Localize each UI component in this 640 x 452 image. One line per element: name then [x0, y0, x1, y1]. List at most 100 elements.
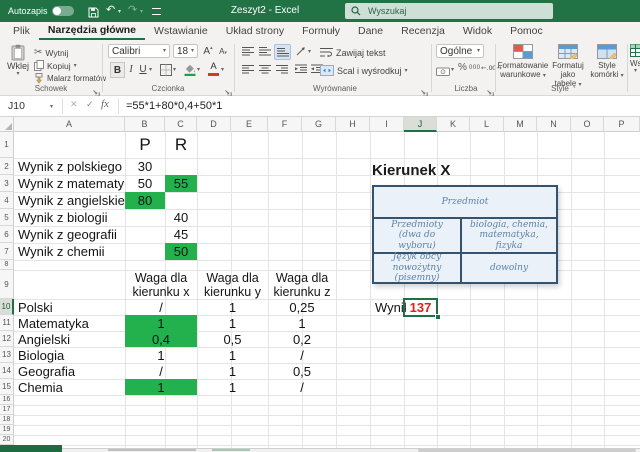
column-header-D[interactable]: D [197, 117, 231, 132]
align-middle-icon[interactable] [257, 44, 272, 58]
number-format-select[interactable]: Ogólne ▾ [436, 44, 484, 58]
cell-A3[interactable]: Wynik z matematyki [16, 175, 125, 192]
cell-A10[interactable]: Polski [16, 299, 125, 315]
cell-D11[interactable]: 1 [197, 315, 268, 331]
selection-fill-handle[interactable] [435, 314, 441, 320]
column-header-L[interactable]: L [470, 117, 504, 132]
column-header-P[interactable]: P [604, 117, 640, 132]
cell-F12[interactable]: 0,2 [268, 331, 336, 347]
merge-center-button[interactable]: Scal i wyśrodkuj ▾ [320, 65, 408, 76]
cell-C6[interactable]: 45 [165, 226, 197, 243]
bold-button[interactable]: B [110, 62, 125, 78]
column-header-J[interactable]: J [404, 117, 437, 132]
row-header-3[interactable]: 3 [0, 175, 14, 192]
cell-I10-wynik-label[interactable]: Wynik [373, 299, 406, 315]
tab-pomoc[interactable]: Pomoc [501, 22, 552, 40]
row-header-10[interactable]: 10 [0, 299, 14, 315]
column-header-C[interactable]: C [165, 117, 197, 132]
redo-caret-icon[interactable]: ▾ [140, 9, 143, 15]
row-header-5[interactable]: 5 [0, 209, 14, 226]
cut-button[interactable]: ✂ Wytnij [34, 47, 68, 58]
cell-F15[interactable]: / [268, 379, 336, 395]
cell-A4[interactable]: Wynik z angielskiego [16, 192, 125, 209]
name-box[interactable]: J10 [8, 96, 25, 116]
cell-D15[interactable]: 1 [197, 379, 268, 395]
undo-icon[interactable]: ↶ [106, 3, 115, 16]
currency-caret-icon[interactable]: ▾ [451, 67, 454, 73]
column-header-O[interactable]: O [571, 117, 604, 132]
column-header-I[interactable]: I [370, 117, 404, 132]
row-header-17[interactable]: 17 [0, 405, 14, 415]
cell-A7[interactable]: Wynik z chemii [16, 243, 125, 260]
row-header-14[interactable]: 14 [0, 363, 14, 379]
column-header-A[interactable]: A [14, 117, 125, 132]
tab-dane[interactable]: Dane [349, 22, 392, 40]
name-box-caret-icon[interactable]: ▾ [50, 104, 53, 110]
cell-A2[interactable]: Wynik z polskiego [16, 158, 125, 175]
column-header-N[interactable]: N [537, 117, 571, 132]
cell-D13[interactable]: 1 [197, 347, 268, 363]
cell-B12[interactable]: 0,4 [125, 331, 197, 347]
decrease-font-size-button[interactable]: A▾ [216, 44, 230, 58]
cell-B15[interactable]: 1 [125, 379, 197, 395]
select-all-corner[interactable] [0, 117, 14, 132]
row-header-11[interactable]: 11 [0, 315, 14, 331]
cell-B4[interactable]: 80 [125, 192, 165, 209]
save-icon[interactable] [88, 5, 99, 23]
cell-A6[interactable]: Wynik z geografii [16, 226, 125, 243]
align-left-icon[interactable] [240, 62, 255, 76]
row-header-6[interactable]: 6 [0, 226, 14, 243]
orientation-caret-icon[interactable]: ▾ [308, 49, 311, 55]
row-header-19[interactable]: 19 [0, 425, 14, 435]
decrease-indent-icon[interactable] [294, 62, 308, 76]
italic-button[interactable]: I [125, 62, 137, 76]
column-header-F[interactable]: F [268, 117, 302, 132]
cell-B10[interactable]: / [125, 299, 197, 315]
row-header-18[interactable]: 18 [0, 415, 14, 425]
paste-button[interactable]: Wklej ▾ [4, 44, 32, 84]
underline-caret-icon[interactable]: ▾ [149, 67, 152, 73]
cell-B14[interactable]: / [125, 363, 197, 379]
cell-F14[interactable]: 0,5 [268, 363, 336, 379]
row-header-1[interactable]: 1 [0, 132, 14, 158]
cell-A5[interactable]: Wynik z biologii [16, 209, 125, 226]
search-input-field[interactable] [366, 5, 547, 17]
borders-caret-icon[interactable]: ▾ [173, 67, 176, 73]
tab-wstawianie[interactable]: Wstawianie [145, 22, 217, 40]
sheet-tab-active[interactable] [212, 449, 250, 451]
cell-F11[interactable]: 1 [268, 315, 336, 331]
customize-toolbar-icon[interactable] [152, 8, 161, 15]
selected-cell-J10[interactable]: 137 [403, 298, 438, 317]
cell-A15[interactable]: Chemia [16, 379, 125, 395]
cell-A14[interactable]: Geografia [16, 363, 125, 379]
cell-A11[interactable]: Matematyka [16, 315, 125, 331]
row-header-15[interactable]: 15 [0, 379, 14, 395]
cell-D12[interactable]: 0,5 [197, 331, 268, 347]
column-header-H[interactable]: H [336, 117, 370, 132]
search-input[interactable] [345, 3, 553, 19]
row-header-12[interactable]: 12 [0, 331, 14, 347]
cell-F13[interactable]: / [268, 347, 336, 363]
cell-styles-button[interactable]: Style komórki ▾ [589, 44, 625, 79]
column-header-M[interactable]: M [504, 117, 537, 132]
font-name-select[interactable]: Calibri ▾ [108, 44, 170, 58]
cell-A13[interactable]: Biologia [16, 347, 125, 363]
cell-C3[interactable]: 55 [165, 175, 197, 192]
row-header-2[interactable]: 2 [0, 158, 14, 175]
fill-color-icon[interactable] [184, 63, 196, 81]
tab-narzedzia-glowne[interactable]: Narzędzia główne [39, 22, 145, 40]
formula-input[interactable]: =55*1+80*0,4+50*1 [126, 96, 222, 116]
redo-icon[interactable]: ↷ [128, 3, 137, 16]
format-painter-button[interactable]: Malarz formatów [34, 73, 106, 84]
copy-button[interactable]: Kopiuj ▾ [34, 60, 77, 71]
align-center-icon[interactable] [257, 62, 272, 76]
row-header-4[interactable]: 4 [0, 192, 14, 209]
row-header-16[interactable]: 16 [0, 395, 14, 405]
wrap-text-button[interactable]: Zawijaj tekst [320, 47, 386, 58]
fill-color-caret-icon[interactable]: ▾ [197, 67, 200, 73]
conditional-formatting-button[interactable]: Formatowanie warunkowe ▾ [499, 44, 547, 79]
align-right-icon[interactable] [274, 62, 289, 76]
cell-A12[interactable]: Angielski [16, 331, 125, 347]
column-header-B[interactable]: B [125, 117, 165, 132]
tab-plik[interactable]: Plik [4, 22, 39, 40]
